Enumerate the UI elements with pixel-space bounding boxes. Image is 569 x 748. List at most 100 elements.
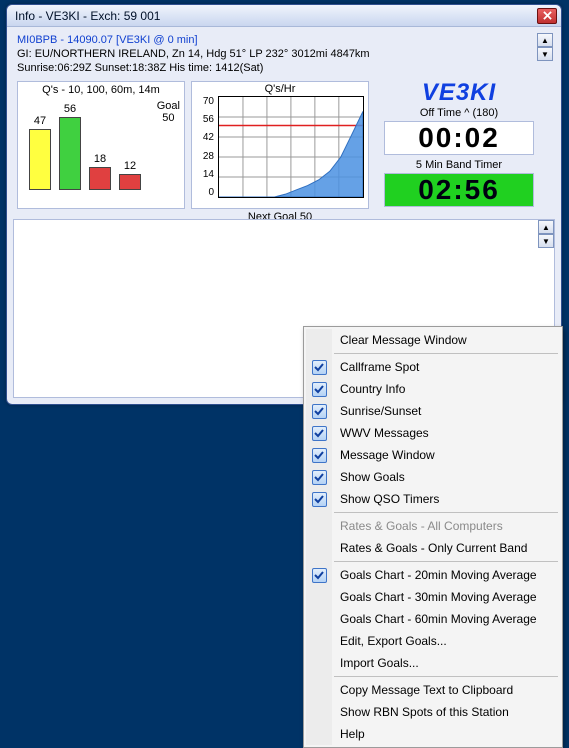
rate-y-axis: 70 56 42 28 14 0 [196,96,214,198]
menu-item-label: Sunrise/Sunset [332,404,560,418]
menu-check-col [306,630,332,652]
menu-check-col [306,679,332,701]
offtime-timer: 00:02 [384,121,534,155]
rate-tick: 14 [196,169,214,180]
menu-item[interactable]: Clear Message Window [306,329,560,351]
rate-tick: 70 [196,96,214,107]
check-icon [312,492,327,507]
bar-value-label: 18 [94,153,106,165]
timers-column: VE3KI Off Time ^ (180) 00:02 5 Min Band … [375,81,543,223]
info-spinner: ▲ ▼ [537,33,553,61]
menu-item[interactable]: Message Window [306,444,560,466]
close-icon [543,11,552,20]
menu-item[interactable]: Help [306,723,560,745]
rate-chart-title: Q's/Hr [192,83,368,95]
rate-tick: 28 [196,151,214,162]
rate-tick: 42 [196,132,214,143]
menu-check-col [306,564,332,586]
menu-item[interactable]: Copy Message Text to Clipboard [306,679,560,701]
bar [119,174,141,190]
menu-item[interactable]: Callframe Spot [306,356,560,378]
bar-value-label: 56 [64,103,76,115]
menu-item-label: Rates & Goals - All Computers [332,519,560,533]
rate-tick: 56 [196,114,214,125]
check-icon [312,470,327,485]
menu-item-label: Country Info [332,382,560,396]
close-button[interactable] [537,8,557,24]
check-icon [312,404,327,419]
menu-item[interactable]: Import Goals... [306,652,560,674]
info-spin-down[interactable]: ▼ [537,47,553,61]
check-icon [312,426,327,441]
menu-check-col [306,444,332,466]
menu-check-col [306,378,332,400]
band-timer-label: 5 Min Band Timer [416,159,502,171]
panels-row: Q's - 10, 100, 60m, 14m Goal 50 47561812… [17,81,551,223]
bar [59,117,81,190]
msg-spinner: ▲ ▼ [538,220,554,248]
menu-check-col [306,356,332,378]
menu-separator [334,512,558,513]
check-icon [312,360,327,375]
menu-item-label: Goals Chart - 20min Moving Average [332,568,560,582]
band-timer: 02:56 [384,173,534,207]
bar [89,167,111,190]
menu-check-col [306,488,332,510]
menu-check-col [306,515,332,537]
check-icon [312,448,327,463]
rate-plot-area [218,96,364,198]
bar-wrap: 56 [58,103,82,190]
menu-item[interactable]: Goals Chart - 20min Moving Average [306,564,560,586]
window-title: Info - VE3KI - Exch: 59 001 [15,9,537,23]
check-icon [312,568,327,583]
menu-separator [334,676,558,677]
goal-value: 50 [162,112,174,124]
context-menu: Clear Message Window Callframe Spot Countr… [303,326,563,748]
menu-item[interactable]: Sunrise/Sunset [306,400,560,422]
menu-item-label: Copy Message Text to Clipboard [332,683,560,697]
menu-item[interactable]: Show Goals [306,466,560,488]
menu-item-label: Goals Chart - 30min Moving Average [332,590,560,604]
check-icon [312,382,327,397]
msg-spin-up[interactable]: ▲ [538,220,554,234]
menu-check-col [306,422,332,444]
goals-chart-panel: Q's - 10, 100, 60m, 14m Goal 50 47561812 [17,81,185,209]
menu-item-label: Callframe Spot [332,360,560,374]
bar-wrap: 12 [118,160,142,190]
menu-item[interactable]: Rates & Goals - Only Current Band [306,537,560,559]
menu-item-label: Rates & Goals - Only Current Band [332,541,560,555]
menu-check-col [306,466,332,488]
menu-item[interactable]: Show QSO Timers [306,488,560,510]
menu-item-label: Clear Message Window [332,333,560,347]
rate-chart-panel: Q's/Hr 70 56 42 28 14 0 [191,81,369,209]
menu-check-col [306,537,332,559]
msg-spin-down[interactable]: ▼ [538,234,554,248]
menu-item[interactable]: Show RBN Spots of this Station [306,701,560,723]
menu-check-col [306,400,332,422]
info-spin-up[interactable]: ▲ [537,33,553,47]
menu-check-col [306,586,332,608]
callsign: VE3KI [422,79,496,107]
menu-item[interactable]: Edit, Export Goals... [306,630,560,652]
menu-separator [334,353,558,354]
menu-check-col [306,652,332,674]
menu-check-col [306,608,332,630]
menu-item-label: Message Window [332,448,560,462]
menu-item-label: Show Goals [332,470,560,484]
goal-label-box: Goal 50 [157,100,180,124]
bar-wrap: 18 [88,153,112,190]
goals-chart-title: Q's - 10, 100, 60m, 14m [18,84,184,96]
menu-item-label: Show RBN Spots of this Station [332,705,560,719]
menu-item[interactable]: WWV Messages [306,422,560,444]
menu-item: Rates & Goals - All Computers [306,515,560,537]
rate-tick: 0 [196,187,214,198]
bar [29,129,51,190]
titlebar[interactable]: Info - VE3KI - Exch: 59 001 [7,5,561,27]
menu-item[interactable]: Goals Chart - 30min Moving Average [306,586,560,608]
menu-item[interactable]: Country Info [306,378,560,400]
menu-check-col [306,723,332,745]
menu-separator [334,561,558,562]
callframe-spot[interactable]: MI0BPB - 14090.07 [VE3KI @ 0 min] [17,33,551,47]
country-info: GI: EU/NORTHERN IRELAND, Zn 14, Hdg 51° … [17,47,551,61]
menu-item[interactable]: Goals Chart - 60min Moving Average [306,608,560,630]
